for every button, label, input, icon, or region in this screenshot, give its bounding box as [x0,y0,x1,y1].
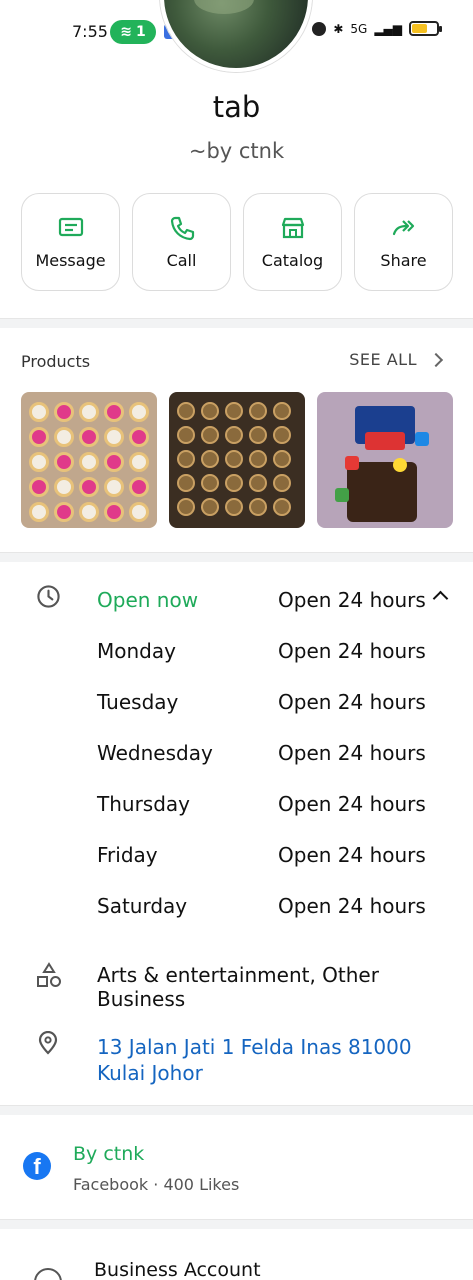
business-address-link[interactable]: 13 Jalan Jati 1 Felda Inas 81000 Kulai J… [97,1034,447,1086]
alarm-icon [312,21,327,36]
message-label: Message [35,250,106,270]
business-name: tab [212,90,261,124]
day-hours: Open 24 hours [278,894,426,918]
catalog-button[interactable]: Catalog [243,193,342,291]
facebook-page-link[interactable]: By ctnk [73,1143,144,1165]
hours-row-thursday: Thursday Open 24 hours [97,792,437,822]
product-thumbnail-cupcakes[interactable] [21,392,157,528]
day-hours: Open 24 hours [278,792,426,816]
status-icons: ✱ 5G ▂▄▆ [312,21,442,36]
section-divider [0,552,473,562]
facebook-icon: f [23,1152,51,1180]
call-label: Call [166,250,197,270]
business-account-label: Business Account [94,1259,261,1280]
open-now-label: Open now [97,588,199,612]
day-label: Monday [97,639,176,663]
message-icon [58,217,83,236]
see-all-link[interactable]: SEE ALL [349,350,444,369]
share-button[interactable]: Share [354,193,453,291]
day-label: Friday [97,843,158,867]
network-label: 5G [350,21,368,36]
day-label: Tuesday [97,690,179,714]
call-button[interactable]: Call [132,193,231,291]
chevron-right-icon [428,352,444,367]
share-icon [392,219,414,235]
section-divider [0,1105,473,1115]
info-icon [34,1268,62,1280]
message-button[interactable]: Message [21,193,120,291]
wifi-badge: ≋ 1 [110,20,156,44]
status-time: 7:55 [72,22,108,41]
see-all-label: SEE ALL [349,350,417,369]
action-buttons: Message Call Catalog Share [21,193,453,291]
bluetooth-icon: ✱ [333,21,344,36]
day-hours: Open 24 hours [278,843,426,867]
section-divider [0,318,473,328]
location-pin-icon [38,1031,58,1055]
product-thumbnails [21,392,453,528]
products-title: Products [21,352,91,371]
day-label: Saturday [97,894,188,918]
hours-row-tuesday: Tuesday Open 24 hours [97,690,437,720]
business-category: Arts & entertainment, Other Business [97,963,379,1011]
hours-row-saturday: Saturday Open 24 hours [97,894,437,924]
day-label: Thursday [97,792,190,816]
open-now-hours: Open 24 hours [278,588,426,612]
hours-row-friday: Friday Open 24 hours [97,843,437,873]
business-avatar[interactable] [160,0,312,72]
hours-row-monday: Monday Open 24 hours [97,639,437,669]
product-thumbnail-cake[interactable] [317,392,453,528]
hours-status-row[interactable]: Open now Open 24 hours [97,588,437,618]
catalog-label: Catalog [261,250,324,270]
category-shapes-icon [37,962,61,987]
product-thumbnail-tarts[interactable] [169,392,305,528]
clock-icon [37,585,60,608]
day-hours: Open 24 hours [278,639,426,663]
battery-icon [409,21,442,36]
store-icon [281,217,304,238]
business-subtitle: ~by ctnk [188,139,285,163]
section-divider [0,1219,473,1229]
day-hours: Open 24 hours [278,690,426,714]
facebook-meta: Facebook · 400 Likes [73,1175,240,1194]
hours-row-wednesday: Wednesday Open 24 hours [97,741,437,771]
wifi-icon: ≋ [120,24,132,40]
signal-icon: ▂▄▆ [374,21,402,36]
day-hours: Open 24 hours [278,741,426,765]
share-label: Share [380,250,427,270]
day-label: Wednesday [97,741,213,765]
phone-icon [170,216,194,240]
